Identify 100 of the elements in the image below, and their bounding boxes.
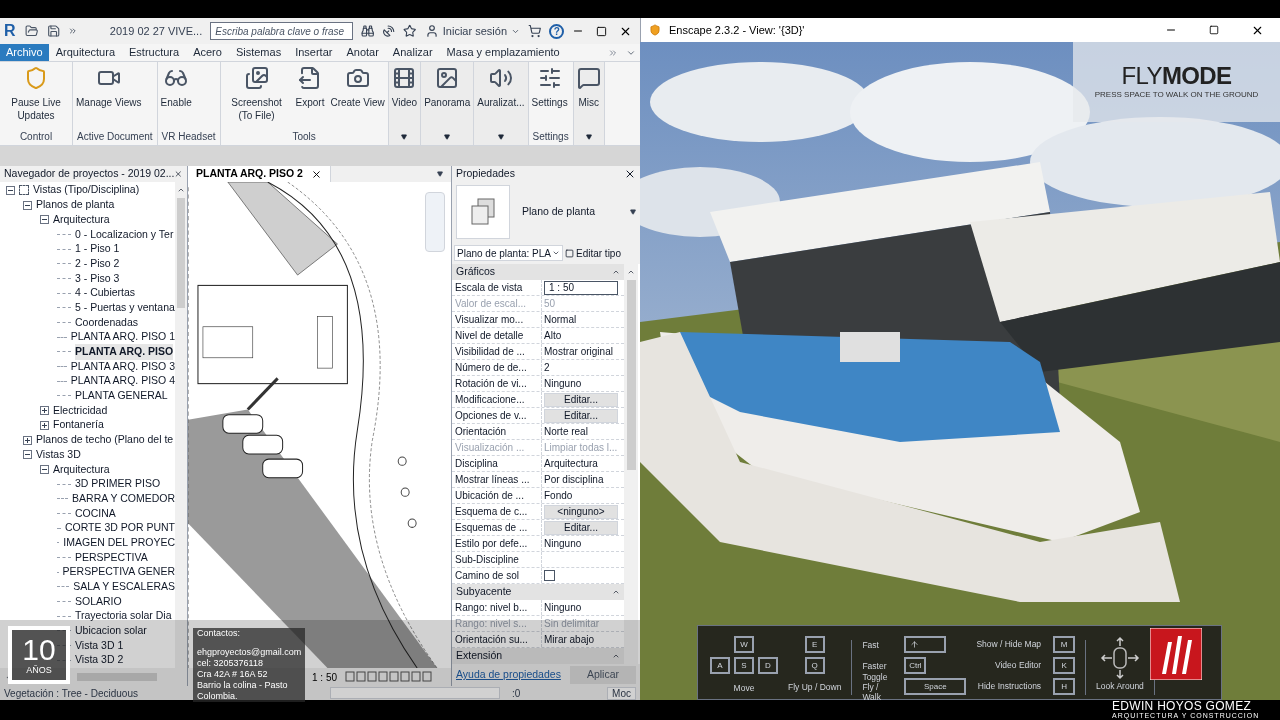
scrollbar-thumb[interactable] xyxy=(177,198,185,308)
property-value[interactable]: 2 xyxy=(544,360,550,375)
ribbon-tab[interactable]: Analizar xyxy=(385,44,440,61)
ribbon-button[interactable]: Create View xyxy=(327,66,388,109)
tree-item[interactable]: PERSPECTIVA xyxy=(75,549,148,566)
tree-item[interactable]: SOLARIO xyxy=(75,593,122,610)
tree-item[interactable]: PERSPECTIVA GENER xyxy=(62,564,175,581)
tree-item[interactable]: Arquitectura xyxy=(53,211,110,228)
property-value[interactable]: Ninguno xyxy=(544,536,582,551)
edit-type-button[interactable]: Editar tipo xyxy=(564,245,621,261)
scrollbar-thumb[interactable] xyxy=(77,673,157,681)
tree-item[interactable]: Electricidad xyxy=(53,402,108,419)
caret-icon[interactable] xyxy=(497,134,504,140)
satellite-icon[interactable] xyxy=(381,24,396,38)
type-name[interactable]: Plano de planta xyxy=(522,204,595,220)
property-value[interactable]: Alto xyxy=(544,328,562,343)
tree-item[interactable]: Fontanería xyxy=(53,417,104,434)
close-icon[interactable] xyxy=(310,168,322,180)
ribbon-tab[interactable]: Arquitectura xyxy=(48,44,122,61)
property-value[interactable]: Fondo xyxy=(544,488,573,503)
star-icon[interactable] xyxy=(403,24,417,38)
tree-item[interactable]: 0 - Localizacion y Ter xyxy=(75,226,174,243)
tree-item[interactable]: PLANTA ARQ. PISO 4 xyxy=(70,373,175,390)
tree-item[interactable]: 4 - Cubiertas xyxy=(75,285,136,302)
selection-field[interactable] xyxy=(330,687,500,699)
collapse-toggle-icon[interactable] xyxy=(40,215,49,225)
scroll-up-icon[interactable] xyxy=(627,268,635,276)
checkbox[interactable] xyxy=(544,570,555,581)
view-scale[interactable]: 1 : 50 xyxy=(312,669,338,685)
property-value[interactable]: Ninguno xyxy=(544,600,582,615)
ribbon-tab[interactable]: Masa y emplazamiento xyxy=(439,44,567,61)
property-value[interactable]: Ninguno xyxy=(544,376,582,391)
property-value[interactable]: Mostrar original xyxy=(544,344,613,359)
tree-item[interactable]: PLANTA ARQ. PISO 3 xyxy=(70,358,175,375)
tree-item[interactable]: Vistas 3D xyxy=(36,446,81,463)
maximize-icon[interactable] xyxy=(596,25,607,37)
caret-icon[interactable] xyxy=(401,134,408,140)
tree-item[interactable]: Vistas (Tipo/Disciplina) xyxy=(33,182,140,199)
cart-icon[interactable] xyxy=(528,24,542,38)
collapse-toggle-icon[interactable] xyxy=(23,450,32,460)
expand-toggle-icon[interactable] xyxy=(23,435,32,445)
mode-dropdown[interactable]: Moc xyxy=(607,686,636,700)
caret-icon[interactable] xyxy=(444,134,451,140)
collapse-toggle-icon[interactable] xyxy=(23,200,32,210)
tree-item[interactable]: Vista 3D 2 xyxy=(75,652,124,668)
collapse-toggle-icon[interactable] xyxy=(40,464,49,474)
save-icon[interactable] xyxy=(46,24,61,38)
tree-item[interactable]: 5 - Puertas y ventana xyxy=(75,299,175,316)
tree-item[interactable]: 1 - Piso 1 xyxy=(75,241,120,257)
tree-item[interactable]: COCINA xyxy=(75,505,116,522)
caret-icon[interactable] xyxy=(585,134,592,140)
tree-item[interactable]: SALA Y ESCALERAS xyxy=(73,579,175,595)
search-field[interactable]: Escriba palabra clave o frase xyxy=(210,22,353,40)
tree-item[interactable]: Arquitectura xyxy=(53,461,110,478)
ribbon-button[interactable]: Settings xyxy=(528,66,571,109)
scrollbar[interactable] xyxy=(624,264,638,664)
collapse-icon[interactable] xyxy=(612,588,620,596)
maximize-icon[interactable] xyxy=(1209,25,1219,35)
scrollbar-thumb[interactable] xyxy=(626,280,636,470)
view-tab[interactable]: PLANTA ARQ. PISO 2 xyxy=(188,166,331,182)
tree-item[interactable]: Vista 3D 1 xyxy=(75,637,124,654)
expand-toggle-icon[interactable] xyxy=(40,420,49,430)
binoculars-icon[interactable] xyxy=(360,24,374,38)
sign-in-link[interactable]: Iniciar sesión xyxy=(442,22,507,40)
more-icon[interactable] xyxy=(68,26,78,36)
ribbon-tab[interactable]: Anotar xyxy=(339,44,386,61)
tree-item[interactable]: Coordenadas xyxy=(75,314,139,331)
ribbon-tab[interactable]: Estructura xyxy=(122,44,187,61)
property-value[interactable]: Por disciplina xyxy=(544,472,604,487)
collapse-toggle-icon[interactable] xyxy=(6,185,15,195)
help-link[interactable]: Ayuda de propiedades xyxy=(456,667,561,683)
ribbon-tab[interactable]: Archivo xyxy=(0,44,49,61)
tree-item[interactable]: Trayectoria solar Dia xyxy=(75,608,172,625)
tree-item[interactable]: Planos de planta xyxy=(36,197,115,213)
ribbon-tab[interactable]: Insertar xyxy=(288,44,340,61)
scroll-up-icon[interactable] xyxy=(177,186,185,194)
collapse-icon[interactable] xyxy=(612,268,620,276)
edit-button[interactable]: Editar... xyxy=(544,520,618,535)
caret-icon[interactable] xyxy=(551,249,560,257)
tree-item[interactable]: 3 - Piso 3 xyxy=(75,270,120,287)
ribbon-button[interactable]: Manage Views xyxy=(73,66,145,109)
tree-item[interactable]: CORTE 3D POR PUNT xyxy=(64,520,175,537)
ribbon-button[interactable]: Screenshot (To File) xyxy=(220,66,293,122)
tree-item[interactable]: PLANTA GENERAL xyxy=(75,388,168,404)
tree-item[interactable]: Planos de techo (Plano del te xyxy=(36,432,174,448)
caret-icon[interactable] xyxy=(630,209,636,215)
property-value[interactable]: Normal xyxy=(544,312,577,327)
user-icon[interactable] xyxy=(424,24,439,38)
tree-item[interactable]: PLANTA ARQ. PISO xyxy=(75,344,174,360)
tree-item[interactable]: Ubicacion solar xyxy=(75,623,147,639)
ribbon-tab[interactable]: Sistemas xyxy=(228,44,289,61)
tree-item[interactable]: PLANTA ARQ. PISO 1 xyxy=(70,329,175,346)
type-selector[interactable]: Plano de planta: PLA xyxy=(454,245,563,261)
view-controls-drawing[interactable] xyxy=(345,671,434,683)
scale-field[interactable]: 1 : 50 xyxy=(544,280,618,295)
open-folder-icon[interactable] xyxy=(25,24,39,38)
edit-button[interactable]: Editar... xyxy=(544,408,618,423)
tree-item[interactable]: BARRA Y COMEDOR xyxy=(72,490,175,507)
property-value[interactable]: Arquitectura xyxy=(544,456,598,471)
help-button[interactable]: ? xyxy=(549,23,564,39)
